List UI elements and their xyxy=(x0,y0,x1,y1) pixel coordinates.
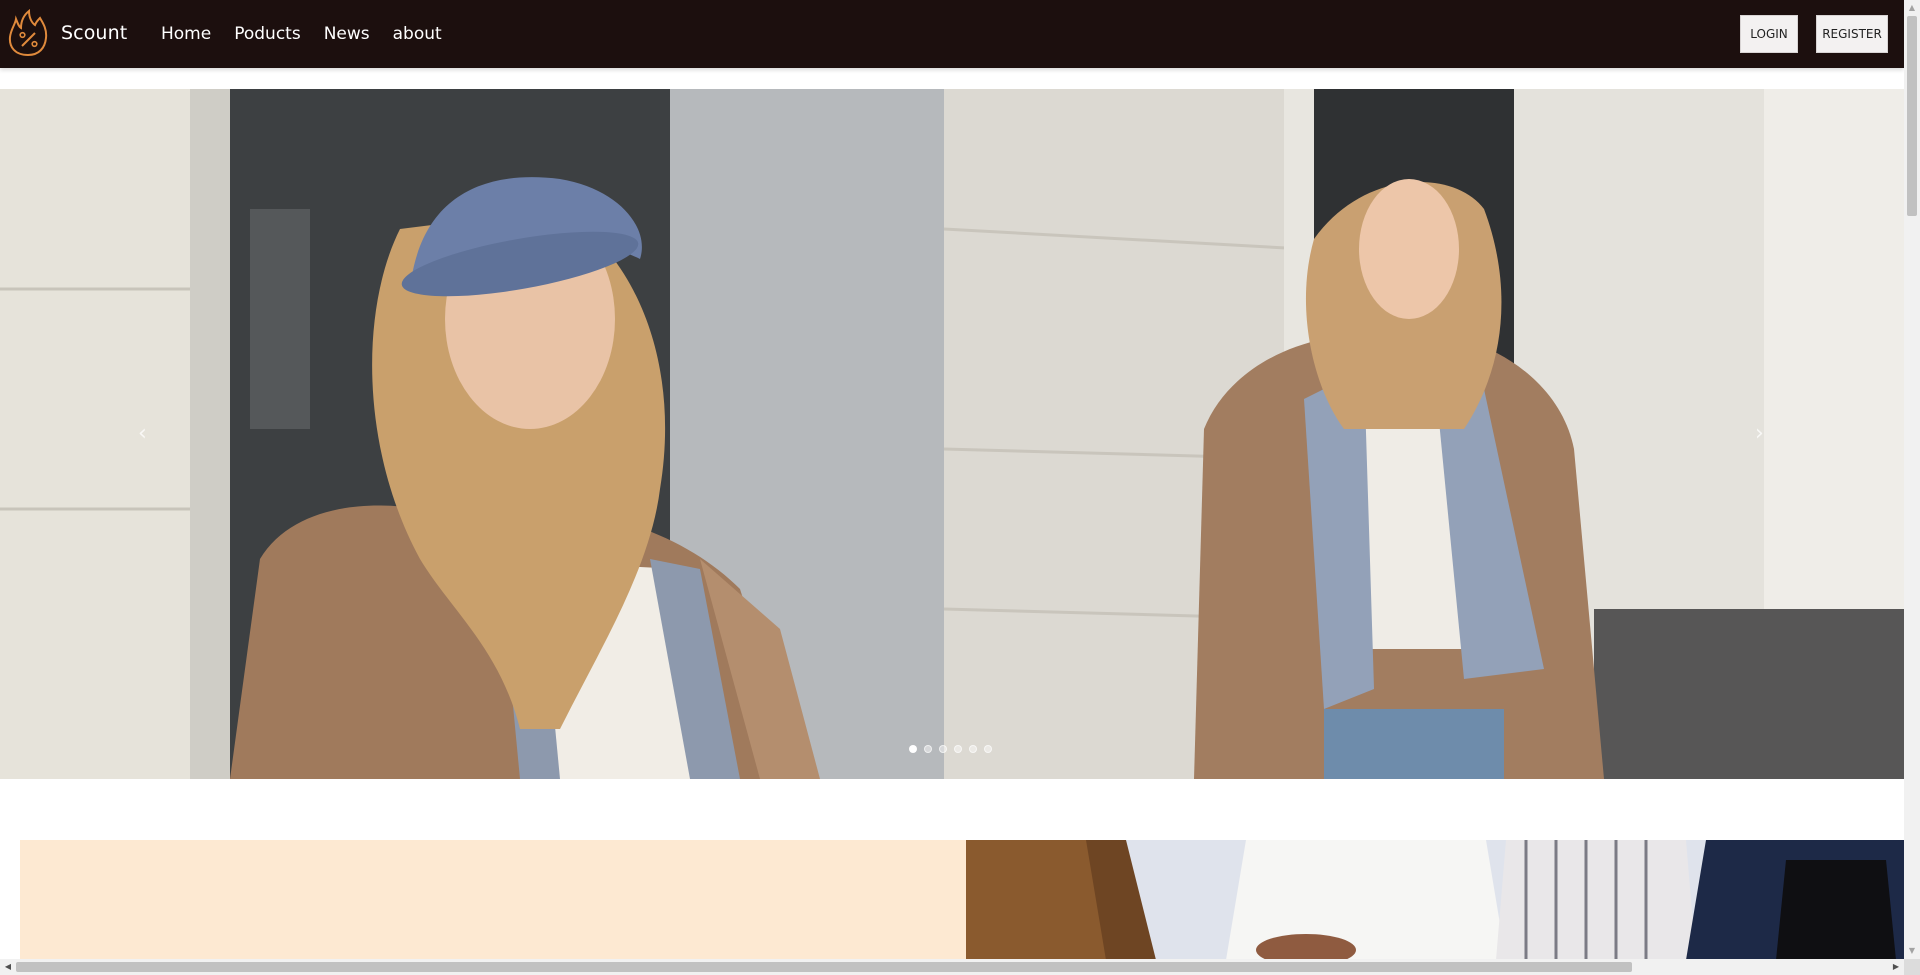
scroll-up-arrow-icon[interactable]: ▲ xyxy=(1904,0,1920,16)
horizontal-scrollbar[interactable]: ◀ ▶ xyxy=(0,959,1904,975)
nav-link-news[interactable]: News xyxy=(324,24,370,44)
scroll-down-arrow-icon[interactable]: ▼ xyxy=(1904,943,1920,959)
carousel-dot-1[interactable] xyxy=(909,745,917,753)
nav-link-products[interactable]: Poducts xyxy=(234,24,300,44)
nav-link-about[interactable]: about xyxy=(393,24,442,44)
nav-link-home[interactable]: Home xyxy=(161,24,211,44)
carousel-dot-2[interactable] xyxy=(924,745,932,753)
scroll-left-arrow-icon[interactable]: ◀ xyxy=(0,959,16,975)
scrollbar-corner xyxy=(1904,959,1920,975)
carousel-dot-3[interactable] xyxy=(939,745,947,753)
carousel-indicators xyxy=(909,745,999,753)
login-button[interactable]: LOGIN xyxy=(1740,15,1798,53)
vertical-scrollbar[interactable]: ▲ ▼ xyxy=(1904,0,1920,959)
horizontal-scroll-thumb[interactable] xyxy=(16,962,1632,972)
vertical-scroll-thumb[interactable] xyxy=(1907,16,1917,216)
flame-percent-logo-icon[interactable] xyxy=(7,8,49,57)
carousel-next-chevron-icon[interactable]: › xyxy=(1755,421,1764,446)
carousel-prev-chevron-icon[interactable]: ‹ xyxy=(138,421,147,446)
register-button[interactable]: REGISTER xyxy=(1816,15,1888,53)
main-nav: Home Poducts News about xyxy=(161,24,465,44)
carousel-dot-6[interactable] xyxy=(984,745,992,753)
carousel-dot-5[interactable] xyxy=(969,745,977,753)
brand-name[interactable]: Scount xyxy=(61,22,127,44)
promo-panel xyxy=(20,840,966,960)
promo-photo-group-of-people xyxy=(966,840,1904,960)
scroll-right-arrow-icon[interactable]: ▶ xyxy=(1888,959,1904,975)
hero-carousel: ‹ › xyxy=(0,89,1904,779)
top-navbar: Scount Home Poducts News about LOGIN REG… xyxy=(0,0,1904,68)
carousel-dot-4[interactable] xyxy=(954,745,962,753)
